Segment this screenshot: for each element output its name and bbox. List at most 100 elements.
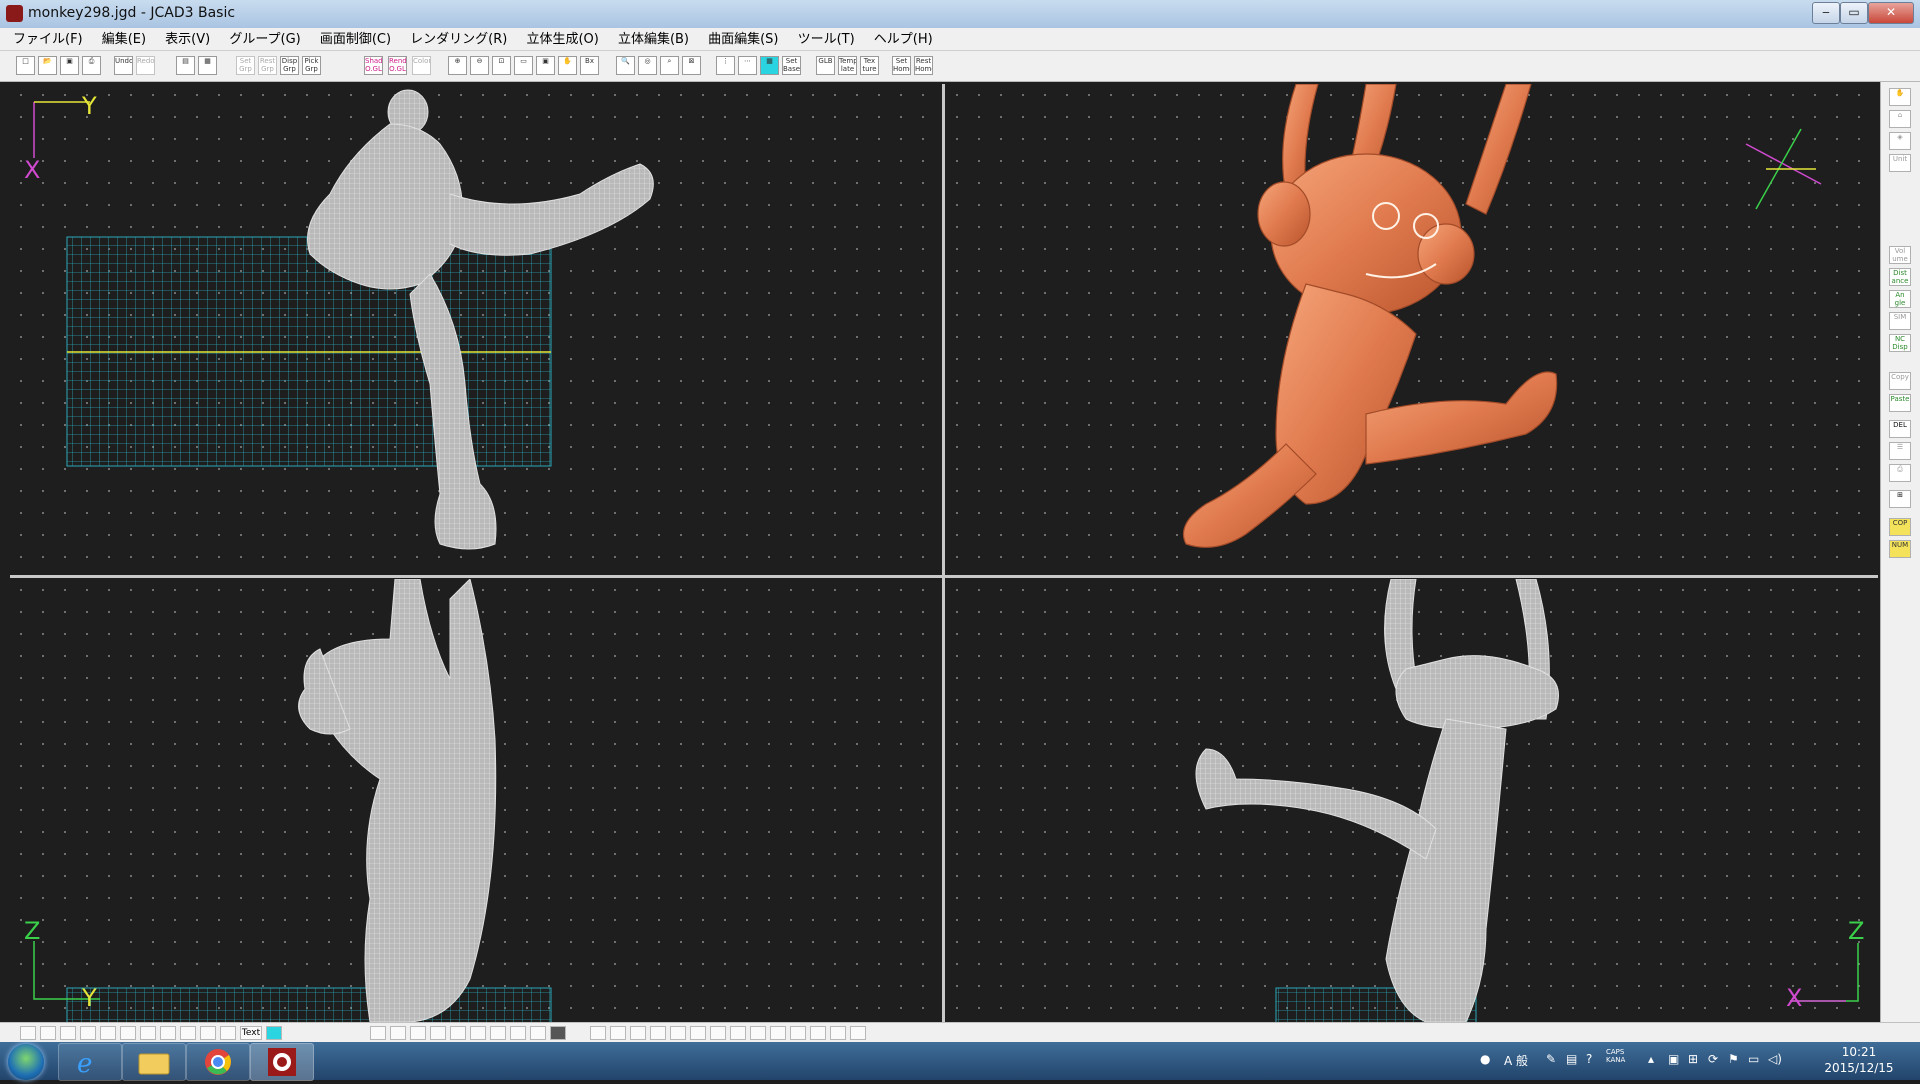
ime-dictionary-icon[interactable]: ▤	[1566, 1052, 1577, 1066]
help-icon[interactable]: ?	[1586, 1052, 1592, 1066]
fit-view-icon[interactable]: ⊠	[682, 56, 701, 75]
template-button[interactable]: Temp late	[838, 56, 857, 75]
system-clock[interactable]: 10:21 2015/12/15	[1824, 1044, 1894, 1076]
zoom-in-icon[interactable]: ⊕	[448, 56, 467, 75]
target-icon[interactable]	[830, 1026, 846, 1040]
render-button[interactable]: Rend O.GL	[388, 56, 407, 75]
hand-icon[interactable]: ✋	[1889, 88, 1911, 106]
set-home-button[interactable]: Set Home	[892, 56, 911, 75]
viewport-top[interactable]: Y X	[10, 84, 942, 575]
text-button[interactable]: Text	[240, 1026, 262, 1040]
solid-icon[interactable]	[550, 1026, 566, 1040]
zoom-out-icon[interactable]: ⊖	[470, 56, 489, 75]
minimize-button[interactable]: ‒	[1812, 2, 1840, 24]
revolve-icon[interactable]	[390, 1026, 406, 1040]
viewport-front[interactable]: Z X	[946, 579, 1878, 1022]
ime-mode[interactable]: A 般	[1504, 1052, 1528, 1069]
offset-icon[interactable]	[160, 1026, 176, 1040]
taskbar-jcad3[interactable]	[250, 1043, 314, 1081]
zoom-red-icon[interactable]: 🔍	[616, 56, 635, 75]
lattice-icon[interactable]	[770, 1026, 786, 1040]
sim-button[interactable]: SIM	[1889, 312, 1911, 330]
measure-icon[interactable]: ⌂	[1889, 110, 1911, 128]
sync-tray-icon[interactable]: ⟳	[1708, 1052, 1718, 1066]
menu-group[interactable]: グループ(G)	[222, 29, 307, 51]
angle-button[interactable]: An gle	[1889, 290, 1911, 308]
distance-button[interactable]: Dist ance	[1889, 268, 1911, 286]
bend-icon[interactable]	[690, 1026, 706, 1040]
cop-button[interactable]: COP	[1889, 518, 1911, 536]
menu-solid-create[interactable]: 立体生成(O)	[519, 29, 605, 51]
fillet-icon[interactable]	[470, 1026, 486, 1040]
color-button[interactable]: Color	[412, 56, 431, 75]
chamfer-icon[interactable]	[490, 1026, 506, 1040]
line-icon[interactable]	[60, 1026, 76, 1040]
pan-hand-icon[interactable]: ✋	[558, 56, 577, 75]
active-tool-icon[interactable]	[266, 1026, 282, 1040]
menu-solid-edit[interactable]: 立体編集(B)	[611, 29, 696, 51]
move-icon[interactable]	[610, 1026, 626, 1040]
num-button[interactable]: NUM	[1889, 540, 1911, 558]
menu-screen-control[interactable]: 画面制御(C)	[313, 29, 398, 51]
copy-layout-icon[interactable]: ▤	[176, 56, 195, 75]
select-icon[interactable]	[20, 1026, 36, 1040]
show-hidden-icons[interactable]: ▴	[1648, 1052, 1654, 1066]
glb-button[interactable]: GLB	[816, 56, 835, 75]
paste-button[interactable]: Paste	[1889, 394, 1911, 412]
tree-icon[interactable]: ⊞	[1889, 490, 1911, 508]
set-group-button[interactable]: Set Grp	[236, 56, 255, 75]
viewport-perspective[interactable]	[946, 84, 1878, 575]
action-center-icon[interactable]: ⚑	[1728, 1052, 1739, 1066]
menu-tools[interactable]: ツール(T)	[791, 29, 862, 51]
arc-icon[interactable]	[100, 1026, 116, 1040]
antivirus-tray-icon[interactable]: ●	[1480, 1052, 1490, 1066]
volume-icon[interactable]: ◁)	[1768, 1052, 1782, 1066]
taskbar-chrome[interactable]	[186, 1043, 250, 1081]
shading-button[interactable]: Shad O.GL	[364, 56, 383, 75]
deform-icon[interactable]	[750, 1026, 766, 1040]
box-button[interactable]: Bx	[580, 56, 599, 75]
align-icon[interactable]	[670, 1026, 686, 1040]
rect-icon[interactable]	[140, 1026, 156, 1040]
viewport-divider-vertical[interactable]	[942, 84, 945, 1022]
measure-tool-icon[interactable]	[790, 1026, 806, 1040]
zoom-window-icon[interactable]: ▭	[514, 56, 533, 75]
zoom-previous-icon[interactable]: ◎	[638, 56, 657, 75]
taskbar-ie[interactable]: e	[58, 1043, 122, 1081]
copy-button[interactable]: Copy	[1889, 372, 1911, 390]
menu-file[interactable]: ファイル(F)	[6, 29, 90, 51]
display-group-button[interactable]: Disp Grp	[280, 56, 299, 75]
set-base-button[interactable]: Set Base	[782, 56, 801, 75]
menu-edit[interactable]: 編集(E)	[95, 29, 153, 51]
circle-icon[interactable]	[120, 1026, 136, 1040]
delete-button[interactable]: DEL	[1889, 420, 1911, 438]
loft-icon[interactable]	[410, 1026, 426, 1040]
taper-icon[interactable]	[730, 1026, 746, 1040]
undo-button[interactable]: Undo	[114, 56, 133, 75]
grid-snap-icon[interactable]: ⋯	[738, 56, 757, 75]
ime-tools-icon[interactable]: ✎	[1546, 1052, 1556, 1066]
mirror-icon[interactable]	[180, 1026, 196, 1040]
unit-button[interactable]: Unit	[1889, 154, 1911, 172]
sweep-icon[interactable]	[430, 1026, 446, 1040]
shell-icon[interactable]	[510, 1026, 526, 1040]
sphere-icon[interactable]	[530, 1026, 546, 1040]
scale-icon[interactable]	[630, 1026, 646, 1040]
maximize-button[interactable]: ▭	[1840, 2, 1868, 24]
zoom-all-icon[interactable]: ▣	[536, 56, 555, 75]
texture-button[interactable]: Tex ture	[860, 56, 879, 75]
zoom-select-icon[interactable]: ⌕	[660, 56, 679, 75]
menu-surface-edit[interactable]: 曲面編集(S)	[701, 29, 785, 51]
menu-help[interactable]: ヘルプ(H)	[867, 29, 940, 51]
curve-icon[interactable]	[40, 1026, 56, 1040]
list-icon[interactable]: ☰	[1889, 442, 1911, 460]
info-icon[interactable]	[810, 1026, 826, 1040]
grid-icon[interactable]: ⋮	[716, 56, 735, 75]
app-icon[interactable]	[6, 5, 23, 22]
redo-button[interactable]: Redo	[136, 56, 155, 75]
open-folder-icon[interactable]: 📂	[38, 56, 57, 75]
snap-icon[interactable]: ◈	[1889, 132, 1911, 150]
wire-grid-icon[interactable]: ▦	[760, 56, 779, 75]
polyline-icon[interactable]	[80, 1026, 96, 1040]
extrude-icon[interactable]	[370, 1026, 386, 1040]
